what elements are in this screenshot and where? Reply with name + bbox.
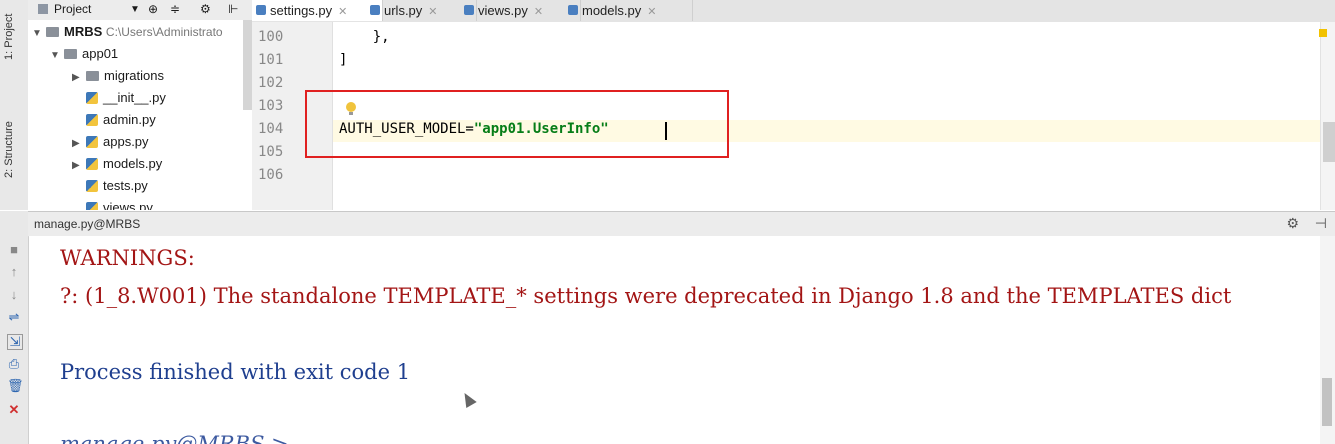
python-file-icon bbox=[256, 5, 266, 15]
line-number: 102 bbox=[258, 75, 284, 91]
scroll-marker bbox=[1323, 122, 1335, 162]
tree-item-label: apps.py bbox=[103, 134, 149, 149]
tree-item-migrations[interactable]: ▶ migrations bbox=[72, 66, 164, 86]
console-prompt[interactable]: manage.py@MRBS > bbox=[60, 432, 289, 444]
console-line-deprecation: ?: (1_8.W001) The standalone TEMPLATE_* … bbox=[60, 284, 1232, 308]
line-number: 105 bbox=[258, 144, 284, 160]
tab-label: models.py bbox=[582, 3, 642, 18]
tree-item-tests-py[interactable]: tests.py bbox=[86, 176, 148, 196]
hide-icon[interactable]: ⊩ bbox=[228, 2, 238, 16]
python-file-icon bbox=[568, 5, 578, 15]
tree-item-label: __init__.py bbox=[103, 90, 166, 105]
python-file-icon bbox=[86, 158, 98, 170]
scroll-to-end-icon[interactable]: ⇲ bbox=[7, 334, 23, 350]
tree-item-models-py[interactable]: ▶ models.py bbox=[72, 154, 162, 174]
tab-label: settings.py bbox=[270, 3, 333, 18]
hide-icon[interactable]: ⊣ bbox=[1315, 215, 1327, 232]
tab-settings-py[interactable]: settings.py ✕ bbox=[252, 0, 383, 21]
collapse-icon[interactable]: ≑ bbox=[170, 2, 180, 16]
python-file-icon bbox=[86, 202, 98, 210]
chevron-down-icon[interactable]: ▼ bbox=[32, 24, 46, 44]
chevron-right-icon[interactable]: ▶ bbox=[72, 134, 86, 154]
project-toolbar: Project ▼ ⊕ ≑ ⚙ ⊩ bbox=[28, 0, 252, 21]
tree-root-mrbs[interactable]: ▼ MRBS C:\Users\Administrato bbox=[32, 22, 223, 42]
tool-project-tab[interactable]: 1: Project bbox=[3, 14, 15, 60]
tree-item-apps-py[interactable]: ▶ apps.py bbox=[72, 132, 149, 152]
warning-marker-icon[interactable] bbox=[1319, 29, 1327, 37]
line-number: 104 bbox=[258, 121, 284, 137]
left-tool-strip: 1: Project 2: Structure bbox=[0, 0, 29, 210]
chevron-right-icon[interactable]: ▶ bbox=[72, 156, 86, 176]
print-icon[interactable]: ⎙ bbox=[7, 357, 21, 371]
line-number: 106 bbox=[258, 167, 284, 183]
gear-icon[interactable]: ⚙ bbox=[1286, 215, 1299, 232]
tree-item-admin-py[interactable]: admin.py bbox=[86, 110, 156, 130]
tree-root-path: C:\Users\Administrato bbox=[105, 25, 223, 39]
tab-label: urls.py bbox=[384, 3, 423, 18]
close-icon[interactable]: ✕ bbox=[338, 6, 347, 18]
tree-root-name: MRBS bbox=[64, 24, 103, 39]
editor-scrollbar[interactable] bbox=[1320, 22, 1335, 210]
chevron-down-icon[interactable]: ▼ bbox=[50, 46, 64, 66]
tree-item-label: app01 bbox=[82, 46, 119, 61]
gear-icon[interactable]: ⚙ bbox=[200, 2, 211, 16]
tree-item-label: admin.py bbox=[103, 112, 156, 127]
tree-scrollbar[interactable] bbox=[243, 20, 252, 110]
line-number: 101 bbox=[258, 52, 284, 68]
console-output[interactable]: WARNINGS: ?: (1_8.W001) The standalone T… bbox=[29, 236, 1320, 444]
close-icon[interactable]: ✕ bbox=[647, 6, 656, 18]
tree-item-label: models.py bbox=[103, 156, 163, 171]
code-line-101[interactable]: ] bbox=[339, 52, 347, 68]
python-file-icon bbox=[464, 5, 474, 15]
tree-item-init-py[interactable]: __init__.py bbox=[86, 88, 166, 108]
close-icon[interactable]: ✕ bbox=[534, 6, 543, 18]
run-tool-strip: ■ ↑ ↓ ⇌ ⇲ ⎙ 🗑 ✕ bbox=[0, 211, 29, 444]
editor-tab-bar: settings.py ✕ urls.py ✕ views.py ✕ models.p… bbox=[252, 0, 1335, 23]
python-file-icon bbox=[86, 92, 98, 104]
project-view-icon bbox=[38, 4, 48, 14]
console-line-exit: Process finished with exit code 1 bbox=[60, 360, 411, 384]
tab-label: views.py bbox=[478, 3, 528, 18]
stop-icon[interactable]: ■ bbox=[7, 243, 21, 257]
tab-views-py[interactable]: views.py ✕ bbox=[460, 0, 581, 21]
tab-models-py[interactable]: models.py ✕ bbox=[564, 0, 693, 21]
close-icon[interactable]: ✕ bbox=[428, 6, 437, 18]
folder-icon bbox=[86, 71, 99, 81]
tree-item-label: tests.py bbox=[103, 178, 148, 193]
chevron-down-icon[interactable]: ▼ bbox=[130, 4, 140, 15]
tool-structure-tab[interactable]: 2: Structure bbox=[3, 121, 15, 178]
line-number: 100 bbox=[258, 29, 284, 45]
python-file-icon bbox=[370, 5, 380, 15]
tree-item-label: views.py bbox=[103, 200, 153, 210]
python-file-icon bbox=[86, 136, 98, 148]
code-line-100[interactable]: }, bbox=[339, 29, 390, 45]
console-line-warnings: WARNINGS: bbox=[60, 246, 195, 270]
close-icon[interactable]: ✕ bbox=[7, 403, 21, 417]
run-panel-header: manage.py@MRBS ⚙ ⊣ bbox=[28, 211, 1335, 237]
tree-item-label: migrations bbox=[104, 68, 164, 83]
settings-icon[interactable]: ⊕ bbox=[148, 2, 158, 16]
soft-wrap-icon[interactable]: ⇌ bbox=[7, 310, 21, 324]
tree-item-app01[interactable]: ▼ app01 bbox=[50, 44, 118, 64]
tree-item-views-py[interactable]: views.py bbox=[86, 198, 153, 210]
folder-icon bbox=[46, 27, 59, 37]
python-file-icon bbox=[86, 180, 98, 192]
line-number: 103 bbox=[258, 98, 284, 114]
chevron-right-icon[interactable]: ▶ bbox=[72, 68, 86, 88]
project-tree: ▼ MRBS C:\Users\Administrato ▼ app01 ▶ migr… bbox=[28, 20, 252, 210]
run-panel-title: manage.py@MRBS bbox=[34, 217, 141, 231]
folder-icon bbox=[64, 49, 77, 59]
trash-icon[interactable]: 🗑 bbox=[7, 379, 24, 393]
console-scroll-thumb[interactable] bbox=[1322, 378, 1332, 426]
down-arrow-icon[interactable]: ↓ bbox=[7, 288, 21, 302]
up-arrow-icon[interactable]: ↑ bbox=[7, 265, 21, 279]
annotation-highlight-box bbox=[305, 90, 729, 158]
project-view-label[interactable]: Project bbox=[54, 2, 91, 16]
python-file-icon bbox=[86, 114, 98, 126]
